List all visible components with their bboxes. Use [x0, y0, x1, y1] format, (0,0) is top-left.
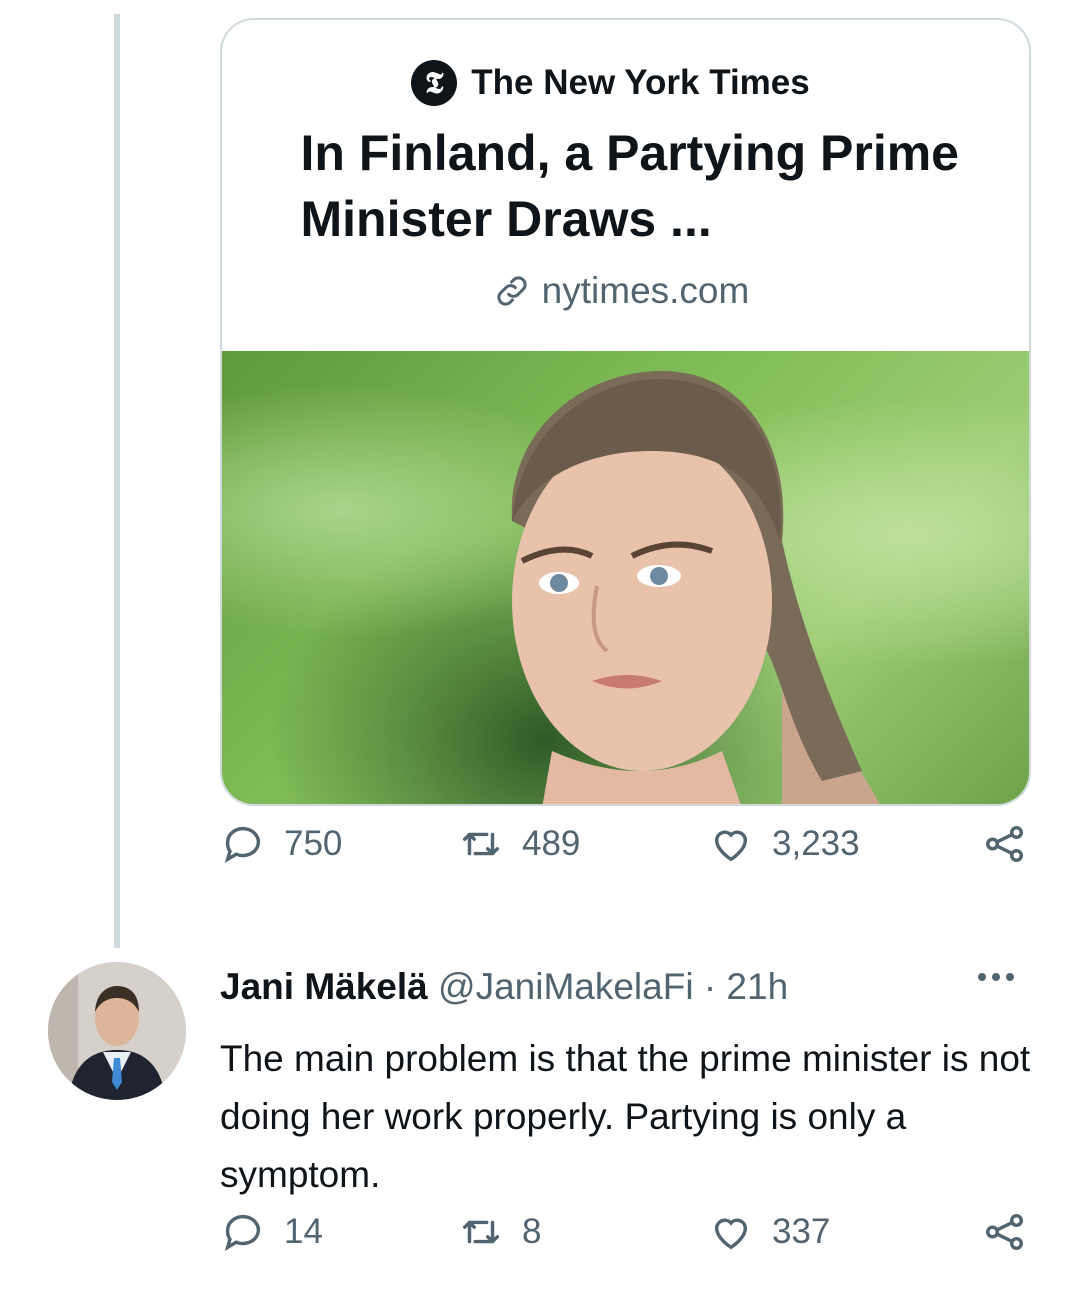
card-headline[interactable]: In Finland, a Partying Prime Minister Dr…: [291, 120, 961, 252]
card-image[interactable]: [222, 351, 1029, 804]
card-domain[interactable]: nytimes.com: [222, 270, 1029, 312]
share-button[interactable]: [982, 821, 1028, 867]
retweet-icon: [462, 832, 500, 856]
avatar[interactable]: [48, 962, 186, 1100]
more-dot-icon: [978, 973, 986, 981]
card-source-name: The New York Times: [471, 63, 810, 102]
thread-connector-line: [114, 14, 120, 948]
author-handle-time[interactable]: @JaniMakelaFi · 21h: [438, 966, 788, 1007]
share-icon: [986, 825, 1024, 863]
more-dot-icon: [992, 973, 1000, 981]
like-count: 3,233: [772, 824, 860, 863]
retweet-button[interactable]: 489: [458, 821, 580, 867]
card-header: 𝕿 The New York Times In Finland, a Party…: [222, 20, 1029, 351]
reply-header: Jani Mäkelä @JaniMakelaFi · 21h: [220, 966, 788, 1008]
share-icon: [986, 1213, 1024, 1251]
retweet-count: 489: [522, 824, 581, 863]
nyt-logo-icon: 𝕿: [411, 60, 458, 106]
link-preview-card[interactable]: 𝕿 The New York Times In Finland, a Party…: [220, 18, 1031, 806]
author-name[interactable]: Jani Mäkelä: [220, 966, 428, 1007]
like-button[interactable]: 337: [708, 1209, 830, 1255]
link-icon: [497, 276, 527, 306]
reply-button[interactable]: 14: [220, 1209, 323, 1255]
share-button[interactable]: [982, 1209, 1028, 1255]
avatar-portrait: [48, 962, 186, 1100]
reply-icon: [224, 826, 261, 864]
heart-icon: [714, 830, 748, 862]
reply-text: The main problem is that the prime minis…: [220, 1038, 1031, 1195]
reply-button[interactable]: 750: [220, 821, 342, 867]
reply-icon: [224, 1214, 261, 1252]
like-count: 337: [772, 1212, 831, 1251]
more-dot-icon: [1006, 973, 1014, 981]
like-button[interactable]: 3,233: [708, 821, 860, 867]
portrait-illustration: [511, 371, 880, 804]
heart-icon: [714, 1218, 748, 1250]
card-domain-text: nytimes.com: [541, 270, 750, 311]
retweet-count: 8: [522, 1212, 542, 1251]
retweet-icon: [462, 1220, 500, 1244]
reply-count: 14: [284, 1212, 323, 1251]
more-options-button[interactable]: [978, 968, 1028, 1008]
card-source: 𝕿 The New York Times: [222, 60, 1029, 106]
retweet-button[interactable]: 8: [458, 1209, 541, 1255]
reply-count: 750: [284, 824, 343, 863]
